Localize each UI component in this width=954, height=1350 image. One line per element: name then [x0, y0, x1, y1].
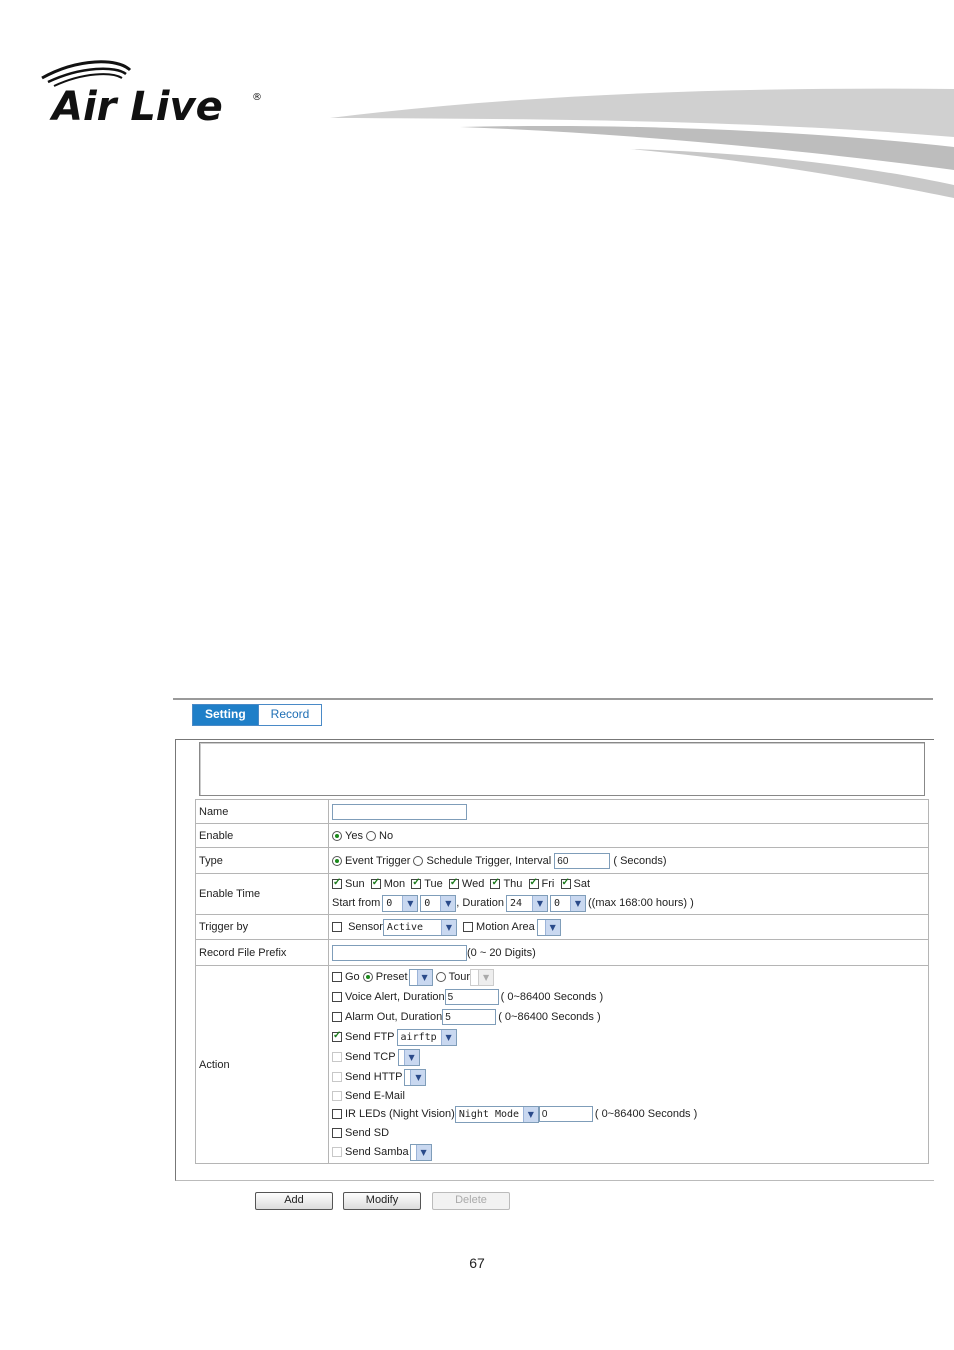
chevron-down-icon: ▼ [403, 1049, 419, 1065]
duration-minute-select[interactable]: 0 ▼ [550, 894, 586, 912]
ir-duration-input[interactable]: 0 [538, 1106, 593, 1122]
name-input[interactable] [332, 803, 467, 820]
prefix-label: Record File Prefix [195, 939, 329, 966]
event-list-box[interactable] [199, 742, 925, 796]
samba-select[interactable]: ▼ [409, 1143, 432, 1161]
tab-bar: Setting Record [192, 704, 323, 726]
delete-button[interactable]: Delete [432, 1192, 510, 1210]
send-http-checkbox[interactable] [332, 1072, 342, 1082]
chevron-down-icon: ▼ [522, 1106, 538, 1122]
duration-hour-select[interactable]: 24 ▼ [506, 894, 548, 912]
sensor-checkbox[interactable] [332, 922, 342, 932]
event-trigger-radio[interactable] [332, 855, 342, 866]
sensor-select[interactable]: Active ▼ [382, 918, 457, 936]
chevron-down-icon: ▼ [478, 969, 494, 985]
send-samba-checkbox[interactable] [332, 1147, 342, 1157]
day-checkbox[interactable] [370, 877, 381, 889]
airlive-logo: Air Live ® [41, 60, 262, 130]
chevron-down-icon: ▼ [416, 969, 432, 985]
voice-alert-checkbox[interactable] [332, 992, 342, 1002]
enable-label: Enable [195, 823, 329, 848]
schedule-trigger-radio[interactable] [413, 855, 424, 866]
event-settings-form: Name Enable Yes No Type Event Trigger Sc… [195, 799, 929, 1164]
ir-leds-checkbox[interactable] [332, 1109, 342, 1119]
motion-area-select[interactable]: ▼ [536, 918, 561, 936]
day-checkbox[interactable] [448, 877, 459, 889]
go-checkbox[interactable] [332, 972, 342, 982]
action-label: Action [195, 965, 329, 1164]
preset-radio[interactable] [362, 972, 373, 982]
chevron-down-icon: ▼ [440, 919, 456, 935]
interval-input[interactable]: 60 [554, 852, 611, 869]
page-number: 67 [469, 1255, 485, 1271]
section-divider [173, 698, 933, 700]
start-hour-select[interactable]: 0 ▼ [382, 894, 419, 912]
enable-yes-radio[interactable] [332, 830, 342, 841]
weekday-checkboxes: Sun Mon Tue Wed Thu Fri Sat [332, 875, 925, 893]
chevron-down-icon: ▼ [544, 919, 560, 935]
send-tcp-checkbox[interactable] [332, 1052, 342, 1062]
enable-no-radio[interactable] [366, 830, 377, 841]
voice-duration-input[interactable]: 5 [444, 989, 499, 1005]
chevron-down-icon: ▼ [402, 895, 418, 911]
tab-setting[interactable]: Setting [193, 705, 258, 725]
ir-mode-select[interactable]: Night Mode ▼ [454, 1105, 539, 1123]
preset-select[interactable]: ▼ [408, 968, 433, 986]
chevron-down-icon: ▼ [570, 895, 585, 911]
day-checkbox[interactable] [560, 877, 571, 889]
chevron-down-icon: ▼ [415, 1144, 431, 1160]
tour-select[interactable]: ▼ [470, 968, 495, 986]
tour-radio[interactable] [435, 972, 446, 982]
send-email-checkbox[interactable] [332, 1090, 342, 1101]
chevron-down-icon: ▼ [532, 895, 547, 911]
day-checkbox[interactable] [528, 877, 539, 889]
send-ftp-checkbox[interactable] [332, 1030, 342, 1042]
tab-record[interactable]: Record [257, 705, 322, 725]
add-button[interactable]: Add [255, 1192, 333, 1210]
chevron-down-icon: ▼ [410, 1069, 426, 1085]
motion-area-checkbox[interactable] [463, 922, 474, 932]
name-label: Name [195, 799, 329, 824]
day-checkbox[interactable] [332, 877, 342, 889]
trigger-by-label: Trigger by [195, 914, 329, 940]
chevron-down-icon: ▼ [440, 1029, 456, 1045]
prefix-input[interactable] [332, 944, 467, 961]
svg-text:®: ® [252, 92, 262, 103]
day-checkbox[interactable] [490, 877, 501, 889]
chevron-down-icon: ▼ [440, 895, 456, 911]
day-checkbox[interactable] [411, 877, 422, 889]
alarm-duration-input[interactable]: 5 [442, 1009, 497, 1025]
type-label: Type [195, 847, 329, 874]
enable-time-label: Enable Time [195, 873, 329, 915]
ftp-server-select[interactable]: airftp ▼ [396, 1028, 457, 1046]
send-sd-checkbox[interactable] [332, 1128, 342, 1138]
modify-button[interactable]: Modify [343, 1192, 421, 1210]
brand-name: Air Live [49, 84, 223, 130]
tcp-select[interactable]: ▼ [397, 1048, 420, 1066]
start-minute-select[interactable]: 0 ▼ [420, 894, 457, 912]
header-swoosh-graphic [330, 88, 954, 198]
alarm-out-checkbox[interactable] [332, 1012, 342, 1022]
http-select[interactable]: ▼ [404, 1068, 427, 1086]
